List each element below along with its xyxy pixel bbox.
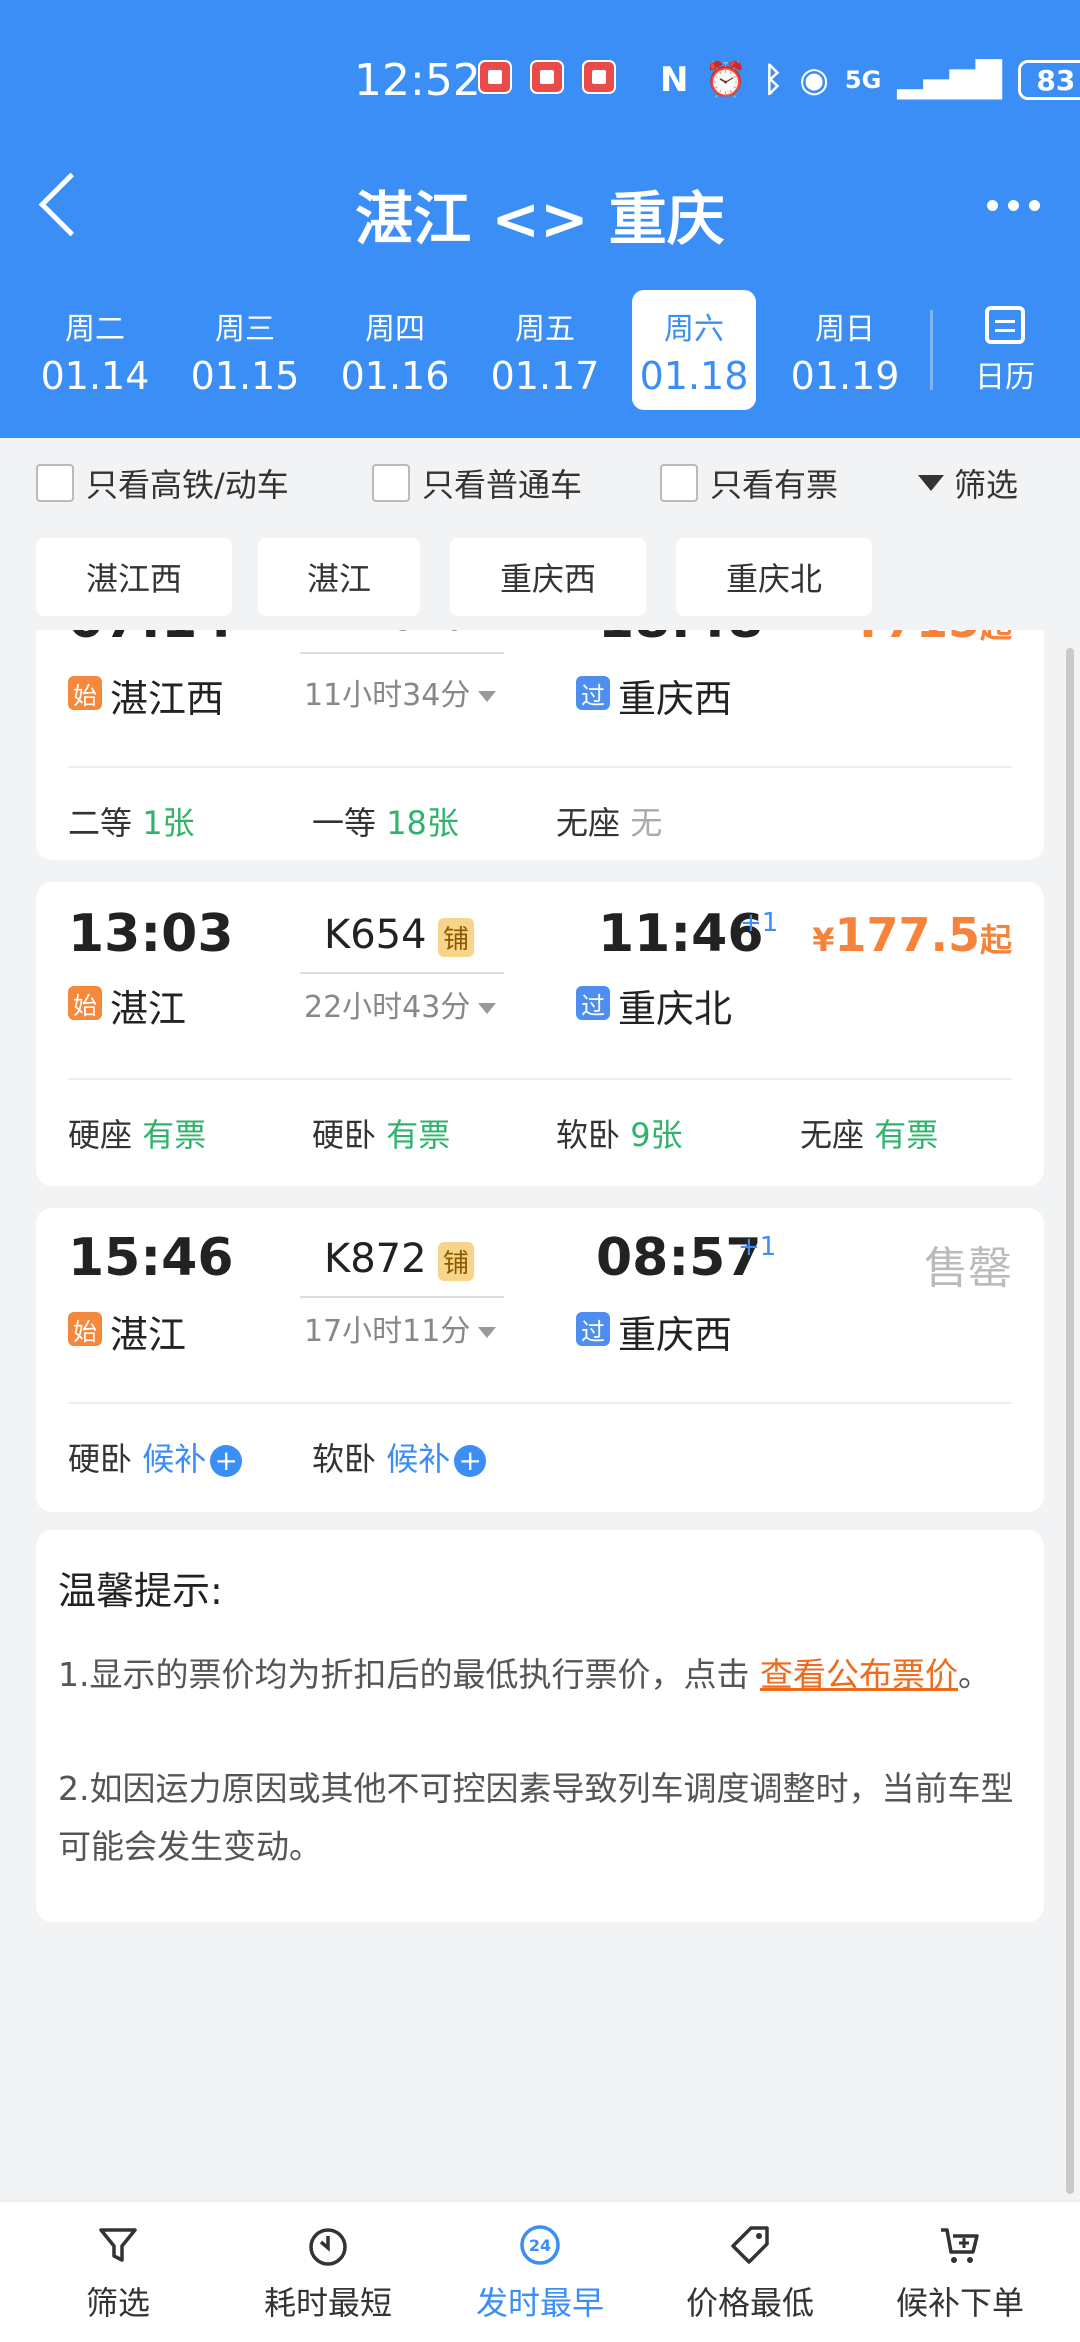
sleeper-badge: 铺 [438,1242,475,1281]
filter-bar: 只看高铁/动车 只看普通车 只看有票 筛选 [0,438,1080,538]
timer-icon [309,2228,347,2266]
chevron-down-icon[interactable] [478,1327,497,1338]
more-icon[interactable] [987,200,1040,211]
nav-bar: 湛江 <> 重庆 [0,160,1080,260]
signal-bars-icon: ▂▄▆█ [897,60,1002,100]
train-card[interactable]: 13:03 K654 铺 11:46 +1 ¥177.5起 始 湛江 22小时4… [36,882,1044,1186]
filter-youpiao-checkbox[interactable]: 只看有票 [660,460,838,506]
calendar-button[interactable]: 日历 [960,300,1050,396]
tips-line-2: 2.如因运力原因或其他不可控因素导致列车调度调整时，当前车型可能会发生变动。 [58,1769,1014,1866]
filter-icon [918,475,944,491]
chevron-down-icon[interactable] [478,691,497,702]
train-card[interactable]: 15:46 K872 铺 08:57 +1 售罄 始 湛江 17小时11分 过 … [36,1208,1044,1512]
date-tab[interactable]: 周日 01.19 [780,290,910,410]
notification-icon [582,60,616,94]
train-card[interactable]: 07:14 D1826 18:48 ¥715起 始 湛江西 11小时34分 过 … [36,630,1044,860]
nfc-icon: N [660,60,689,100]
seat-info: 硬座 有票 [68,1116,207,1154]
cart-plus-icon [941,2228,979,2263]
tips-line-1: 1.显示的票价均为折扣后的最低执行票价，点击 查看公布票价。 [58,1655,991,1694]
bluetooth-icon: ᛒ [762,60,784,100]
seat-info: 一等 18张 [312,804,459,842]
station-chip[interactable]: 湛江 [258,538,420,616]
bottom-filter[interactable]: 筛选 [10,2202,226,2342]
seat-info: 无座 有票 [800,1116,939,1154]
scrollbar[interactable] [1066,648,1074,2194]
pass-station-tag: 过 [576,1312,610,1346]
date-tab[interactable]: 周二 01.14 [30,290,160,410]
start-station-tag: 始 [68,676,102,710]
station-chip[interactable]: 重庆西 [450,538,646,616]
calendar-icon [985,306,1025,344]
tips-title: 温馨提示: [58,1569,223,1613]
page-title: 湛江 <> 重庆 [355,185,725,253]
date-tab[interactable]: 周四 01.16 [330,290,460,410]
tips-panel: 温馨提示: 1.显示的票价均为折扣后的最低执行票价，点击 查看公布票价。 2.如… [36,1530,1044,1922]
filter-button[interactable]: 筛选 [918,460,1018,506]
station-filter: 湛江西 湛江 重庆西 重庆北 [0,538,1080,638]
pass-station-tag: 过 [576,986,610,1020]
start-station-tag: 始 [68,1312,102,1346]
divider [930,310,933,390]
date-tab[interactable]: 周五 01.17 [480,290,610,410]
date-tab-selected[interactable]: 周六 01.18 [632,290,756,410]
seat-info: 硬卧 有票 [312,1116,451,1154]
notification-icon [478,60,512,94]
add-icon[interactable]: + [210,1445,243,1477]
date-selector: 周二 01.14 周三 01.15 周四 01.16 周五 01.17 周六 01.18 … [20,290,920,410]
train-list: 07:14 D1826 18:48 ¥715起 始 湛江西 11小时34分 过 … [0,630,1080,2200]
alarm-icon: ⏰ [704,60,747,100]
bottom-lowest-price[interactable]: 价格最低 [642,2202,858,2342]
filter-putong-checkbox[interactable]: 只看普通车 [372,460,582,506]
bottom-waitlist[interactable]: 候补下单 [852,2202,1068,2342]
sold-out-label: 售罄 [924,1243,1012,1294]
date-tab[interactable]: 周三 01.15 [180,290,310,410]
header: 12:52 N ⏰ ᛒ ◉ 5G ▂▄▆█ 83 湛江 <> 重庆 周二 01.1… [0,0,1080,438]
filter-gaotie-checkbox[interactable]: 只看高铁/动车 [36,460,289,506]
hotspot-icon: ◉ [799,60,829,100]
battery-icon: 83 [1017,60,1080,100]
bottom-shortest[interactable]: 耗时最短 [220,2202,436,2342]
waitlist-seat[interactable]: 软卧 候补 + [312,1434,487,1480]
station-chip[interactable]: 湛江西 [36,538,232,616]
station-chip[interactable]: 重庆北 [676,538,872,616]
price-tag-icon [731,2226,769,2264]
signal-icon: 5G [844,66,882,94]
seat-info: 无座 无 [556,804,663,842]
pass-station-tag: 过 [576,676,610,710]
svg-text:24: 24 [529,2236,551,2255]
status-icons: N ⏰ ᛒ ◉ 5G ▂▄▆█ 83 [660,52,1080,108]
bottom-nav: 筛选 耗时最短 24 发时最早 价格最低 候补下单 [0,2200,1080,2342]
waitlist-seat[interactable]: 硬卧 候补 + [68,1434,243,1480]
clock-24-icon: 24 [520,2225,560,2265]
sleeper-badge: 铺 [438,918,475,957]
seat-info: 二等 1张 [68,804,195,842]
bottom-earliest[interactable]: 24 发时最早 [432,2202,648,2342]
add-icon[interactable]: + [454,1445,487,1477]
fare-link[interactable]: 查看公布票价 [760,1655,958,1694]
seat-info: 软卧 9张 [556,1116,683,1154]
start-station-tag: 始 [68,986,102,1020]
notification-icon [530,60,564,94]
chevron-down-icon[interactable] [478,1003,497,1014]
status-time: 12:52 [354,54,481,106]
filter-icon [99,2228,137,2262]
